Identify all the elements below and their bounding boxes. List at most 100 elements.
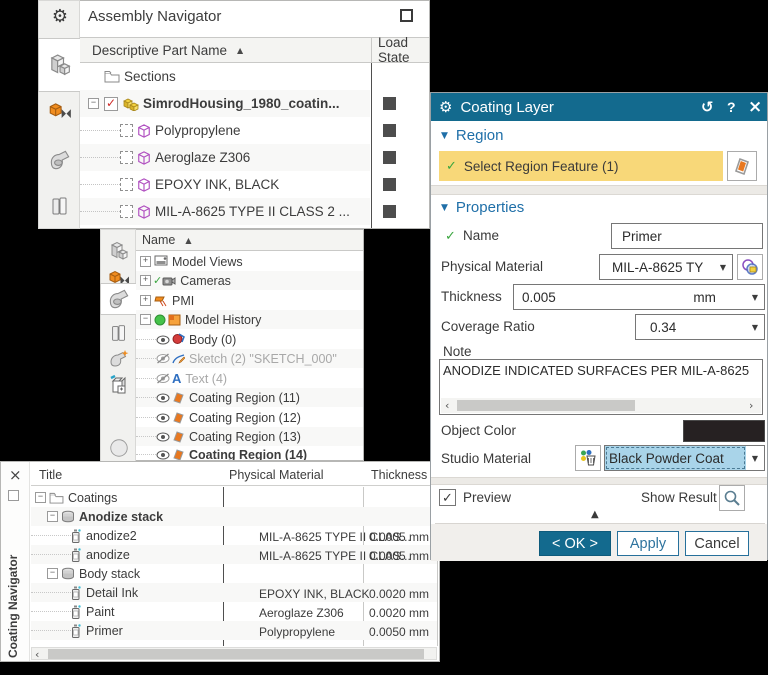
collapse-expander[interactable]: −: [88, 98, 99, 109]
clamp-navigator-tab[interactable]: [45, 145, 75, 175]
tree-row-coating-region-13[interactable]: Coating Region (13): [136, 427, 364, 446]
eye-icon[interactable]: [156, 393, 170, 403]
assembly-navigator-tab[interactable]: [106, 238, 132, 264]
tree-row-sketch[interactable]: Sketch (2) "SKETCH_000": [136, 349, 364, 368]
help-icon[interactable]: ?: [727, 99, 736, 115]
tree-row-text[interactable]: A Text (4): [136, 369, 364, 388]
tree-row-mil[interactable]: MIL-A-8625 TYPE II CLASS 2 ...: [80, 198, 370, 225]
section-collapse-icon: ▼: [441, 203, 448, 213]
tree-row-polypropylene[interactable]: Polypropylene: [80, 117, 370, 144]
col-load-state[interactable]: Load State: [378, 35, 430, 65]
assembly-navigator-tab[interactable]: [38, 38, 81, 92]
round-tool-tab[interactable]: [107, 436, 131, 460]
component-checkbox-empty[interactable]: [120, 205, 133, 218]
material-library-button[interactable]: [737, 254, 763, 280]
thickness-input[interactable]: 0.005 mm ▼: [513, 284, 765, 310]
col-thickness[interactable]: Thickness: [371, 468, 427, 482]
resource-bar-top: ⚙: [38, 0, 80, 229]
component-checkbox-empty[interactable]: [120, 151, 133, 164]
gear-icon[interactable]: ⚙: [49, 5, 71, 27]
component-checkbox-empty[interactable]: [120, 124, 133, 137]
note-textarea[interactable]: ANODIZE INDICATED SURFACES PER MIL-A-862…: [439, 359, 763, 415]
part-navigator-tab[interactable]: [100, 283, 137, 315]
eye-icon[interactable]: [156, 413, 170, 423]
component-checkbox-checked[interactable]: ✓: [104, 97, 118, 111]
dialog-titlebar[interactable]: ⚙ Coating Layer ↺ ? ×: [431, 93, 767, 121]
horizontal-scrollbar[interactable]: ‹: [31, 647, 437, 660]
coverage-ratio-dropdown[interactable]: 0.34 ▼: [635, 314, 765, 340]
panel-title: Assembly Navigator: [88, 8, 221, 25]
tree-row-coating-region-12[interactable]: Coating Region (12): [136, 408, 364, 427]
object-color-swatch[interactable]: [683, 420, 765, 442]
eye-icon[interactable]: [156, 450, 170, 460]
component-checkbox-empty[interactable]: [120, 178, 133, 191]
spray-can-icon: [71, 624, 82, 638]
library-tab[interactable]: [106, 320, 132, 346]
region-section-header[interactable]: ▼ Region: [441, 127, 503, 144]
tree-row-simrodhousing[interactable]: − ✓ SimrodHousing_1980_coatin...: [80, 90, 370, 117]
expand-icon[interactable]: +: [140, 295, 151, 306]
scrollbar-thumb[interactable]: [457, 400, 635, 411]
collapse-icon[interactable]: −: [47, 568, 58, 579]
tree-row-cameras[interactable]: + ✓ Cameras: [136, 271, 364, 290]
note-horizontal-scrollbar[interactable]: ‹ ›: [441, 398, 761, 413]
close-icon[interactable]: ×: [748, 97, 762, 117]
name-input[interactable]: Primer: [611, 223, 763, 249]
coating-row-anodize-stack[interactable]: − Anodize stack: [31, 507, 437, 526]
col-descriptive-part-name[interactable]: Descriptive Part Name: [92, 43, 227, 58]
cell-material: Polypropylene: [259, 625, 335, 639]
scrollbar-thumb[interactable]: [48, 649, 424, 659]
clamp-new-tab[interactable]: [106, 346, 132, 372]
expand-icon[interactable]: +: [140, 275, 151, 286]
scroll-left-icon[interactable]: ‹: [445, 400, 449, 411]
select-region-feature-field[interactable]: ✓ Select Region Feature (1): [439, 151, 723, 181]
close-icon[interactable]: ×: [9, 466, 22, 484]
collapse-icon[interactable]: −: [140, 314, 151, 325]
cancel-button[interactable]: Cancel: [685, 531, 749, 556]
eye-icon[interactable]: [156, 335, 170, 345]
tree-row-epoxy[interactable]: EPOXY INK, BLACK: [80, 171, 370, 198]
studio-material-library-button[interactable]: [575, 445, 601, 471]
coating-navigator-tab[interactable]: [106, 372, 132, 398]
library-tab[interactable]: [45, 191, 75, 221]
coating-row-body-stack[interactable]: − Body stack: [31, 564, 437, 583]
collapse-icon[interactable]: −: [35, 492, 46, 503]
tree-row-body[interactable]: Body (0): [136, 330, 364, 349]
collapse-dialog-arrow[interactable]: ▲: [591, 509, 599, 520]
desktop-canvas: ⚙: [0, 0, 768, 675]
studio-material-dropdown[interactable]: Black Powder Coat ▼: [604, 445, 765, 471]
tree-row-aeroglaze[interactable]: Aeroglaze Z306: [80, 144, 370, 171]
cell-material: Aeroglaze Z306: [259, 606, 344, 620]
eye-icon[interactable]: [156, 432, 170, 442]
load-state-indicator: [383, 97, 396, 110]
pin-checkbox[interactable]: [8, 490, 19, 501]
float-window-icon[interactable]: [400, 9, 413, 22]
preview-checkbox[interactable]: ✓: [439, 489, 456, 506]
eye-off-icon[interactable]: [156, 373, 170, 384]
region-picker-button[interactable]: [727, 151, 757, 181]
scroll-left-icon[interactable]: ‹: [35, 649, 39, 660]
sort-asc-icon[interactable]: ▲: [185, 236, 191, 245]
tree-row-model-history[interactable]: − Model History: [136, 310, 364, 329]
ok-button[interactable]: < OK >: [539, 531, 611, 556]
sort-asc-icon[interactable]: ▲: [237, 46, 243, 55]
reset-icon[interactable]: ↺: [701, 98, 714, 116]
apply-button[interactable]: Apply: [617, 531, 679, 556]
tree-row-pmi[interactable]: + PMI: [136, 291, 364, 310]
coating-row-coatings[interactable]: − Coatings: [31, 488, 437, 507]
constraint-navigator-tab[interactable]: [45, 97, 75, 127]
collapse-icon[interactable]: −: [47, 511, 58, 522]
properties-section-header[interactable]: ▼ Properties: [441, 199, 524, 216]
tree-row-model-views[interactable]: + Model Views: [136, 252, 364, 271]
tree-row-coating-region-14[interactable]: Coating Region (14): [136, 447, 364, 461]
tree-row-coating-region-11[interactable]: Coating Region (11): [136, 388, 364, 407]
show-result-button[interactable]: [719, 485, 745, 511]
tree-row-sections[interactable]: Sections: [80, 63, 370, 90]
col-physical-material[interactable]: Physical Material: [229, 468, 323, 482]
scroll-right-icon[interactable]: ›: [749, 400, 753, 411]
expand-icon[interactable]: +: [140, 256, 151, 267]
col-title[interactable]: Title: [39, 468, 62, 482]
col-name[interactable]: Name: [142, 233, 175, 247]
eye-off-icon[interactable]: [156, 353, 170, 364]
physical-material-dropdown[interactable]: MIL-A-8625 TY ▼: [599, 254, 733, 280]
